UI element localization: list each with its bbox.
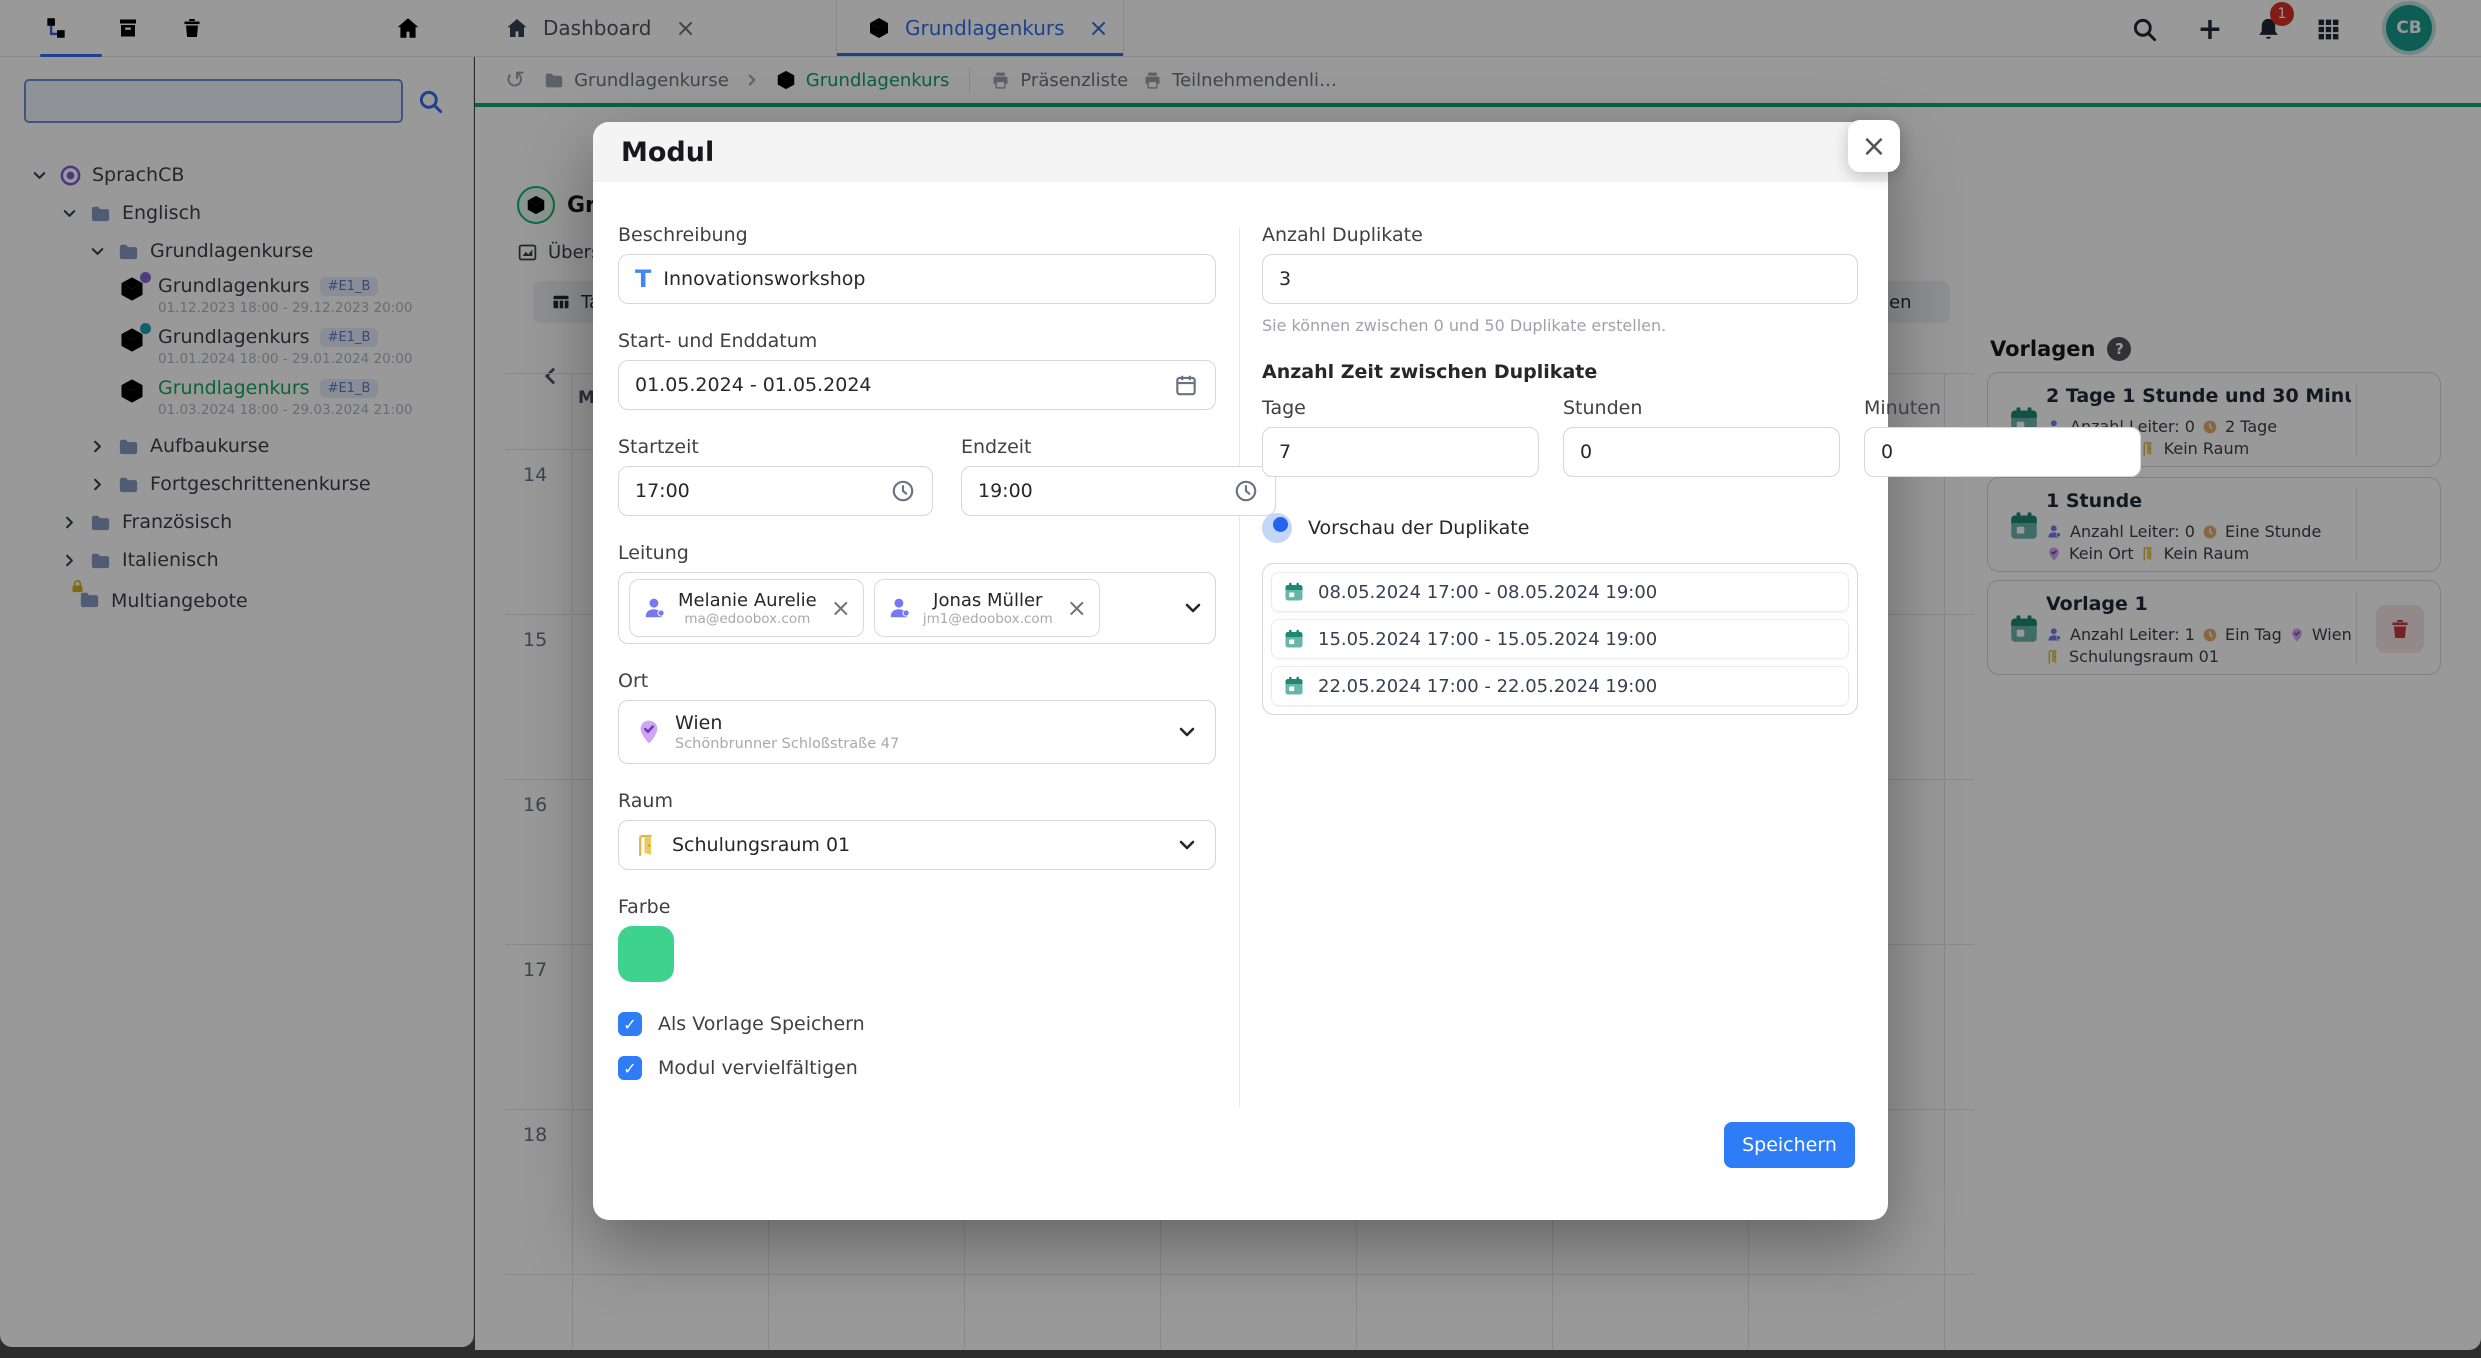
calendar-icon xyxy=(1282,627,1306,651)
duplicates-count-input[interactable] xyxy=(1279,268,1841,290)
calendar-icon[interactable] xyxy=(1173,372,1199,398)
person-icon xyxy=(887,595,913,621)
color-swatch[interactable] xyxy=(618,926,674,982)
location-select[interactable]: Wien Schönbrunner Schloßstraße 47 xyxy=(618,700,1216,764)
chevron-down-icon[interactable] xyxy=(1175,720,1199,744)
duplicates-preview-list: 08.05.2024 17:00 - 08.05.2024 19:00 15.0… xyxy=(1262,563,1858,715)
description-input[interactable] xyxy=(663,268,1199,290)
field-label: Startzeit xyxy=(618,436,933,458)
person-icon xyxy=(642,595,668,621)
start-time-input[interactable] xyxy=(635,480,878,502)
duplicate-dates: 08.05.2024 17:00 - 08.05.2024 19:00 xyxy=(1318,582,1657,603)
section-label: Anzahl Zeit zwischen Duplikate xyxy=(1262,361,1858,383)
dialog-title: Modul xyxy=(593,122,1888,182)
leader-chip[interactable]: Melanie Aurelie ma@edoobox.com × xyxy=(629,579,864,637)
location-value: Wien xyxy=(675,712,1163,734)
close-icon[interactable]: × xyxy=(1848,120,1900,172)
duplicate-dates: 22.05.2024 17:00 - 22.05.2024 19:00 xyxy=(1318,676,1657,697)
minutes-field[interactable] xyxy=(1864,427,2141,477)
duplicate-row: 22.05.2024 17:00 - 22.05.2024 19:00 xyxy=(1271,666,1849,706)
field-label: Anzahl Duplikate xyxy=(1262,224,1858,246)
checkbox-save-template[interactable]: ✓ xyxy=(618,1012,642,1036)
field-label: Beschreibung xyxy=(618,224,1216,246)
field-label: Leitung xyxy=(618,542,1216,564)
leader-email: ma@edoobox.com xyxy=(678,611,817,627)
pin-icon xyxy=(635,718,663,746)
location-address: Schönbrunner Schloßstraße 47 xyxy=(675,736,1163,752)
field-label: Endzeit xyxy=(961,436,1276,458)
clock-icon[interactable] xyxy=(890,478,916,504)
field-label: Tage xyxy=(1262,397,1539,419)
start-time-field[interactable] xyxy=(618,466,933,516)
preview-toggle[interactable] xyxy=(1262,513,1292,543)
chevron-down-icon[interactable] xyxy=(1175,833,1199,857)
checkbox-label: Als Vorlage Speichern xyxy=(658,1013,865,1035)
duplicates-count-field[interactable] xyxy=(1262,254,1858,304)
days-field[interactable] xyxy=(1262,427,1539,477)
field-label: Ort xyxy=(618,670,1216,692)
check-icon: ✓ xyxy=(623,1015,636,1034)
divider xyxy=(1239,227,1240,1107)
clock-icon[interactable] xyxy=(1233,478,1259,504)
check-icon: ✓ xyxy=(623,1059,636,1078)
room-value: Schulungsraum 01 xyxy=(672,834,1163,856)
leaders-multiselect[interactable]: Melanie Aurelie ma@edoobox.com × Jonas M… xyxy=(618,572,1216,644)
end-time-input[interactable] xyxy=(978,480,1221,502)
description-field[interactable]: T xyxy=(618,254,1216,304)
hours-field[interactable] xyxy=(1563,427,1840,477)
duplicate-row: 08.05.2024 17:00 - 08.05.2024 19:00 xyxy=(1271,572,1849,612)
calendar-icon xyxy=(1282,580,1306,604)
text-format-icon: T xyxy=(635,267,651,291)
room-select[interactable]: Schulungsraum 01 xyxy=(618,820,1216,870)
end-time-field[interactable] xyxy=(961,466,1276,516)
chevron-down-icon[interactable] xyxy=(1181,596,1205,620)
leader-name: Jonas Müller xyxy=(923,590,1053,611)
leader-name: Melanie Aurelie xyxy=(678,590,817,611)
modul-dialog: Modul × Beschreibung T Start- und Enddat… xyxy=(593,122,1888,1220)
leader-email: jm1@edoobox.com xyxy=(923,611,1053,627)
remove-chip-icon[interactable]: × xyxy=(831,596,851,620)
checkbox-duplicate-module[interactable]: ✓ xyxy=(618,1056,642,1080)
save-button[interactable]: Speichern xyxy=(1724,1122,1855,1168)
toggle-dot xyxy=(1273,517,1288,532)
field-label: Raum xyxy=(618,790,1216,812)
duplicate-dates: 15.05.2024 17:00 - 15.05.2024 19:00 xyxy=(1318,629,1657,650)
field-label: Minuten xyxy=(1864,397,2141,419)
field-label: Stunden xyxy=(1563,397,1840,419)
toggle-label: Vorschau der Duplikate xyxy=(1308,517,1529,539)
duplicate-row: 15.05.2024 17:00 - 15.05.2024 19:00 xyxy=(1271,619,1849,659)
calendar-icon xyxy=(1282,674,1306,698)
checkbox-label: Modul vervielfältigen xyxy=(658,1057,858,1079)
date-range-input[interactable] xyxy=(635,374,1161,396)
door-icon xyxy=(635,833,660,858)
minutes-input[interactable] xyxy=(1881,441,2124,463)
days-input[interactable] xyxy=(1279,441,1522,463)
hours-input[interactable] xyxy=(1580,441,1823,463)
field-label: Farbe xyxy=(618,896,1216,918)
leader-chip[interactable]: Jonas Müller jm1@edoobox.com × xyxy=(874,579,1100,637)
date-range-field[interactable] xyxy=(618,360,1216,410)
field-label: Start- und Enddatum xyxy=(618,330,1216,352)
remove-chip-icon[interactable]: × xyxy=(1067,596,1087,620)
helper-text: Sie können zwischen 0 und 50 Duplikate e… xyxy=(1262,316,1858,335)
